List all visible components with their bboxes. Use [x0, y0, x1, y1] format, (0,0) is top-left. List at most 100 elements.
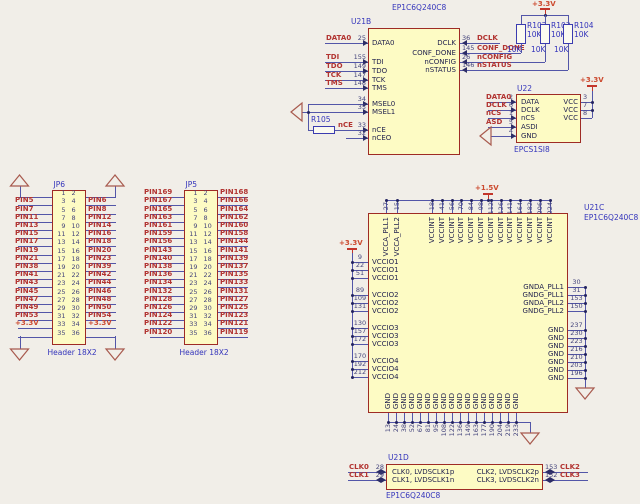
header-wire	[18, 328, 52, 329]
gnd-arrow-icon	[480, 127, 491, 145]
u21d-part-label: EP1C6Q240C8	[386, 492, 440, 500]
header-pin-number: 9	[186, 223, 198, 230]
header-pin-number: 25	[54, 289, 66, 296]
net-label: DCLK	[477, 34, 498, 42]
header-net-label: PIN18	[88, 237, 111, 245]
wire	[20, 336, 21, 349]
gnd-arrow-icon	[576, 388, 594, 399]
header-pin-number: 7	[186, 215, 198, 222]
u21c-pin-name: VCCIO3	[372, 340, 399, 348]
u21c-pin-number: 141	[507, 202, 514, 214]
u21c-power-top-label: +1.5V	[475, 184, 499, 192]
u21c-pin-number: 224	[547, 202, 554, 214]
pin-wire	[352, 311, 368, 312]
header-net-label: PIN137	[220, 262, 248, 270]
u21c-pin-name: GNDA_PLL1	[506, 283, 564, 291]
u22-pin-number: 8	[583, 110, 587, 117]
u21c-pin-name: GND	[392, 393, 400, 409]
header-pin-number: 15	[186, 248, 198, 255]
u21b-pin-name: TCK	[372, 76, 385, 84]
header-pin-number: 11	[54, 231, 66, 238]
u21c-pin-number: 153	[569, 295, 584, 302]
header-pin-number: 2	[72, 190, 84, 197]
u22-pin-name: nCS	[521, 114, 535, 122]
header-pin-number: 2	[204, 190, 216, 197]
u21c-pin-number: 84	[468, 202, 475, 210]
header-pin-number: 31	[186, 313, 198, 320]
pin-wire	[352, 344, 368, 345]
u21b-pin-number: 149	[340, 63, 366, 70]
u21c-pin-name: VCCINT	[448, 217, 456, 243]
header-net-label: PIN169	[144, 188, 172, 196]
header-pin-number: 12	[72, 231, 84, 238]
header-net-label: PIN158	[220, 229, 248, 237]
pin-wire	[325, 88, 368, 89]
u21c-pin-number: 237	[569, 322, 584, 329]
header-net-label: PIN164	[220, 205, 248, 213]
u21c-pin-name: GND	[384, 393, 392, 409]
u21c-pin-name: VCCIO2	[372, 299, 399, 307]
header-net-label: PIN161	[144, 221, 172, 229]
header-pin-number: 35	[186, 330, 198, 337]
pin-wire	[352, 377, 368, 378]
u21c-pin-number: 149	[465, 424, 472, 436]
header-pin-number: 29	[54, 305, 66, 312]
u21b-pin-name: nCE	[372, 126, 386, 134]
u21c-pin-number: 41	[439, 202, 446, 210]
schematic-canvas: EP1C6Q240C8U21BDATA025DATA0TDI155TDITDO1…	[0, 0, 640, 504]
u21c-pin-name: GND	[416, 393, 424, 409]
gnd-arrow-icon	[106, 175, 124, 186]
header-net-label: PIN19	[15, 246, 38, 254]
u21c-pin-name: GND	[424, 393, 432, 409]
header-net-label: PIN128	[144, 295, 172, 303]
header-net-label: PIN7	[15, 205, 33, 213]
header-pin-number: 10	[72, 223, 84, 230]
u21d-pin-name: CLK2, LVDSCLK2p	[431, 468, 539, 476]
u21c-pin-name: VCCINT	[428, 217, 436, 243]
u21c-pin-number: 108	[441, 424, 448, 436]
header-net-label: PIN54	[88, 311, 111, 319]
header-net-label: PIN132	[144, 287, 172, 295]
header-net-label: PIN53	[15, 311, 38, 319]
header-pin-number: 1	[186, 190, 198, 197]
header-net-label: PIN11	[15, 213, 38, 221]
u21c-pin-name: GND	[506, 350, 564, 358]
header-net-label: PIN119	[220, 328, 248, 336]
u21d-designator: U21D	[388, 454, 409, 462]
header-net-label: PIN42	[88, 270, 111, 278]
header-net-label: PIN140	[144, 254, 172, 262]
pullup-resistor-body	[516, 24, 526, 44]
u21c-pin-name: VCCA_PLL2	[393, 217, 401, 256]
u22-pin-name: GND	[521, 132, 537, 140]
header-pin-number: 27	[54, 297, 66, 304]
header-pin-number: 14	[72, 239, 84, 246]
header-net-label: PIN131	[220, 287, 248, 295]
pin-wire	[308, 112, 368, 113]
header-net-label: PIN126	[144, 303, 172, 311]
header-net-label: PIN41	[15, 270, 38, 278]
u21c-pin-number: 233	[513, 424, 520, 436]
u21c-pin-name: GND	[480, 393, 488, 409]
u21c-pin-number: 56	[449, 202, 456, 210]
u21b-pin-name: MSEL1	[372, 108, 395, 116]
header-designator: JP5	[186, 181, 198, 189]
net-label: CLK1	[349, 471, 369, 479]
u21c-pin-number: 210	[569, 354, 584, 361]
header-net-label: PIN165	[144, 205, 172, 213]
u21d-pin-number: 153	[545, 464, 557, 471]
msel-tie-wire	[308, 104, 309, 130]
header-wire	[86, 328, 117, 329]
u21c-pin-number: 126	[498, 202, 505, 214]
header-net-label: PIN5	[15, 196, 33, 204]
u21c-pin-number: 31	[569, 287, 584, 294]
pin-wire	[568, 378, 585, 379]
u22-pin-name: DCLK	[521, 106, 540, 114]
header-net-label: PIN136	[144, 270, 172, 278]
header-pin-number: 14	[204, 239, 216, 246]
u22-pin-name: DATA	[521, 98, 539, 106]
u21c-pin-number: 164	[517, 202, 524, 214]
pin-wire	[352, 278, 368, 279]
header-pin-number: 22	[72, 272, 84, 279]
u21c-pin-name: GND	[440, 393, 448, 409]
u21b-designator: U21B	[351, 18, 371, 26]
